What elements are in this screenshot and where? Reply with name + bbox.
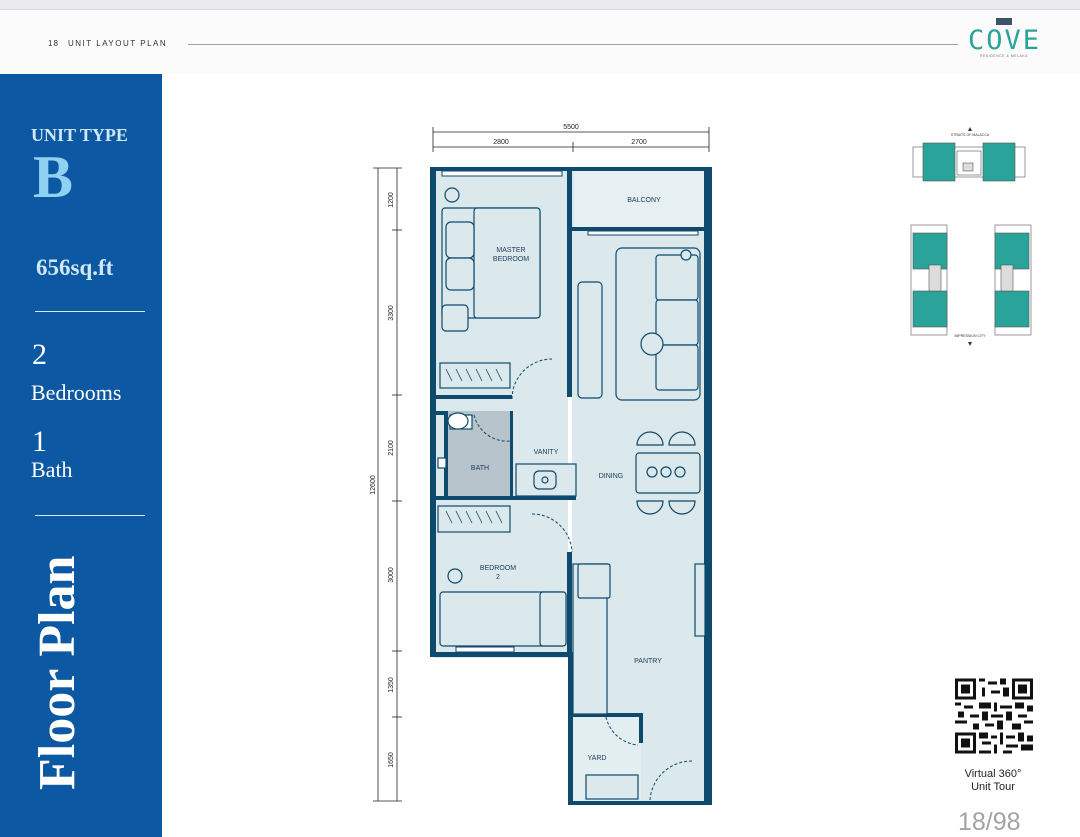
dim-width-left: 2800 [493,139,509,146]
keyplan-bottom-label: IMPRESSION CITY [955,334,987,338]
logo-word: COVE [968,25,1042,56]
room-label-yard: YARD [588,755,607,762]
header-rule [188,44,958,45]
keyplan-top-block [912,142,1026,182]
unit-type-label: UNIT TYPE [31,125,128,145]
floor-plan-vertical-title: Floor Plan [29,555,86,790]
floor-plan-drawing: 5500 2800 2700 12600 1200 3300 2100 3000… [370,124,712,805]
key-plan: STRAITS OF MALACCA IMPRESSION CITY [905,125,1035,350]
header-page-number: 18 [48,39,59,48]
dim-seg-6: 1650 [388,752,395,768]
virtual-tour-caption: Virtual 360° Unit Tour [945,768,1041,794]
room-label-balcony: BALCONY [627,197,661,204]
top-strip [0,0,1080,10]
wardrobe-bedroom2 [437,505,511,533]
dim-width-right: 2700 [631,139,647,146]
dim-seg-3: 2100 [388,440,395,456]
room-label-master-2: BEDROOM [493,256,529,263]
room-label-bedroom2-1: BEDROOM [480,565,516,572]
unit-sidebar: UNIT TYPE B 656sq.ft 2 Bedrooms 1 Bath F… [0,74,162,837]
room-label-master-1: MASTER [496,247,525,254]
unit-area: 656sq.ft [36,255,114,280]
qr-code-icon[interactable] [955,678,1033,754]
vanity-counter [515,463,577,497]
room-label-bedroom2-2: 2 [496,574,500,581]
room-label-bath: BATH [471,465,489,472]
bath-label: Bath [31,457,73,482]
dim-seg-5: 1350 [388,677,395,693]
key-plan-drawing: STRAITS OF MALACCA IMPRESSION CITY [910,127,1032,346]
keyplan-lower-blocks [910,224,1032,336]
keyplan-top-label: STRAITS OF MALACCA [951,133,990,137]
sidebar-divider [35,515,145,516]
dim-total-height: 12600 [370,475,377,495]
dim-seg-1: 1200 [388,192,395,208]
page-indicator: 18/98 [958,808,1021,836]
header-section-title: UNIT LAYOUT PLAN [68,39,168,48]
left-dimension-lines [373,167,402,802]
cove-logo: COVE RESIDENCE & MELAKA [968,18,1040,64]
floor-plan: 5500 2800 2700 12600 1200 3300 2100 3000… [360,115,720,810]
tour-line-1: Virtual 360° [964,768,1022,780]
unit-type-letter: B [33,144,74,210]
room-label-dining: DINING [599,473,624,480]
dim-seg-4: 3000 [388,567,395,583]
bedrooms-label: Bedrooms [31,380,122,405]
room-label-vanity: VANITY [534,449,559,456]
bath-count: 1 [32,425,47,458]
dim-seg-2: 3300 [388,305,395,321]
logo-building-icon [996,18,1012,25]
room-label-pantry: PANTRY [634,658,662,665]
sidebar-divider [35,311,145,312]
qr-code[interactable] [955,678,1033,754]
tour-line-2: Unit Tour [971,781,1015,793]
bedrooms-count: 2 [32,338,47,371]
dim-total-width: 5500 [563,124,579,131]
south-arrow-icon [968,342,972,346]
north-arrow-icon [968,127,972,131]
yard-fixture [585,774,639,800]
